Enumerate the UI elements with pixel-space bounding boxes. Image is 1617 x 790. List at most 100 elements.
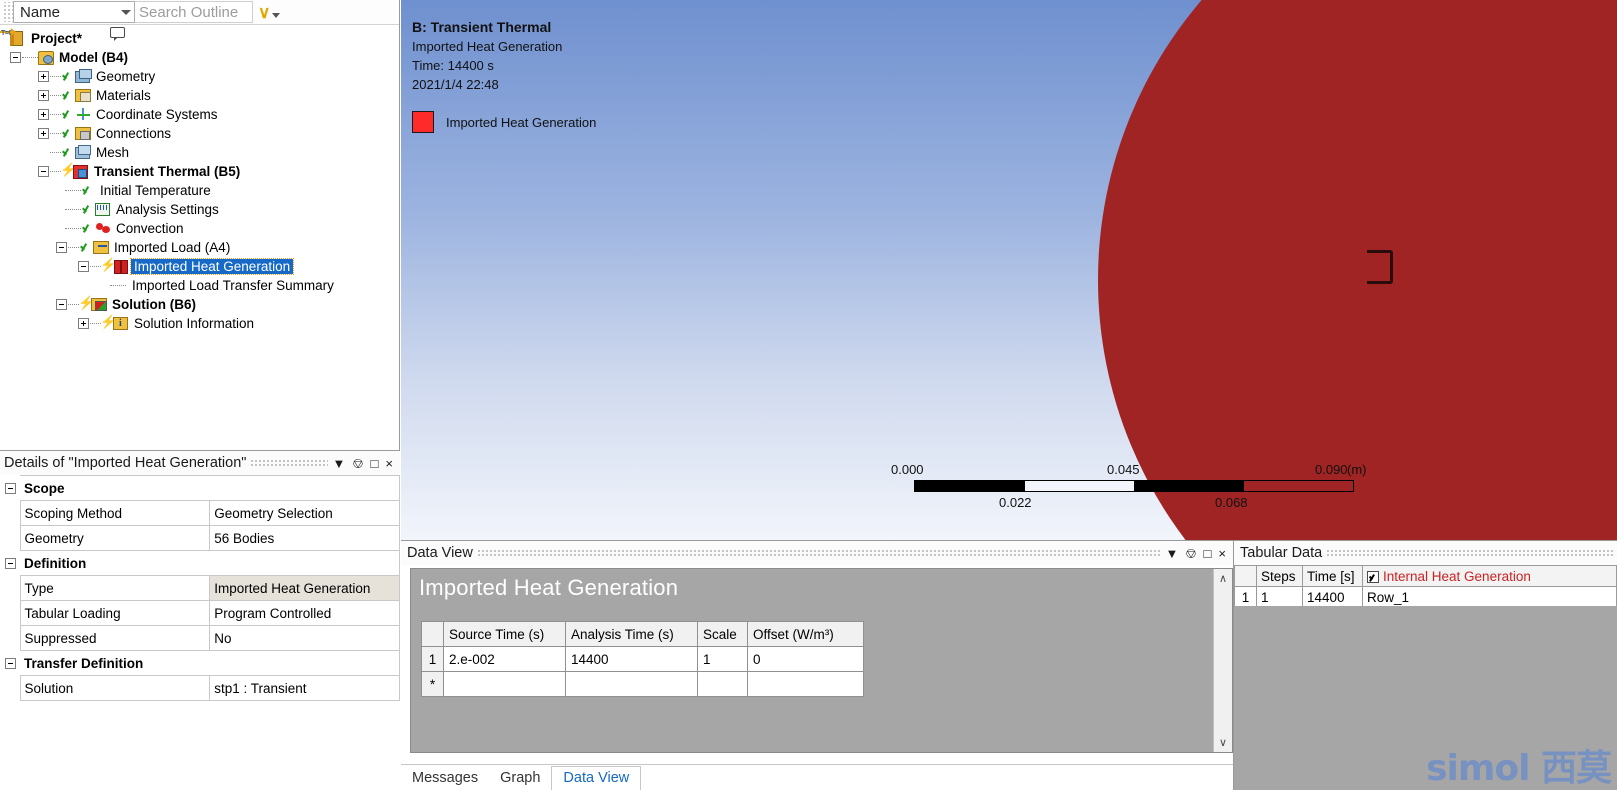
expander-icon[interactable]	[38, 109, 49, 120]
ruler-tick: 0.022	[999, 495, 1032, 510]
details-row[interactable]: Type Imported Heat Generation	[0, 575, 400, 601]
cell-analysis-time[interactable]: 14400	[565, 646, 698, 672]
group-expander[interactable]	[0, 550, 20, 576]
column-header-offset[interactable]: Offset (W/m³)	[747, 621, 864, 647]
cell-analysis-time[interactable]	[565, 671, 698, 697]
cell-internal-heat-generation[interactable]: Row_1	[1362, 586, 1617, 608]
graphics-viewport[interactable]: B: Transient Thermal Imported Heat Gener…	[401, 0, 1617, 540]
table-row[interactable]: 1 2.e-002 14400 1 0	[421, 646, 864, 672]
details-value[interactable]: stp1 : Transient	[209, 675, 400, 701]
data-view-scrollbar[interactable]: ∧ ∨	[1213, 569, 1232, 752]
details-value[interactable]: 56 Bodies	[209, 525, 400, 551]
cell-source-time[interactable]	[443, 671, 566, 697]
close-icon[interactable]: ×	[1218, 547, 1226, 560]
maximize-icon[interactable]: □	[1204, 547, 1212, 560]
tree-item-transient-thermal[interactable]: Transient Thermal (B5)	[0, 162, 399, 181]
close-icon[interactable]: ×	[385, 457, 393, 470]
group-expander[interactable]	[0, 475, 20, 501]
column-header-source-time[interactable]: Source Time (s)	[443, 621, 566, 647]
titlebar-dotted-filler	[250, 459, 329, 467]
expander-icon[interactable]	[38, 71, 49, 82]
tree-item-convection[interactable]: Convection	[0, 219, 399, 238]
expander-icon[interactable]	[56, 242, 67, 253]
tree-item-imported-load-transfer-summary[interactable]: Imported Load Transfer Summary	[0, 27, 399, 295]
details-group-row[interactable]: Transfer Definition	[0, 650, 400, 676]
table-row-new[interactable]: *	[421, 671, 864, 697]
bottom-tab-bar: Messages Graph Data View	[401, 764, 1233, 790]
checkbox-icon[interactable]	[1367, 570, 1379, 583]
maximize-icon[interactable]: □	[371, 457, 379, 470]
column-header-internal-heat-generation[interactable]: Internal Heat Generation	[1362, 565, 1617, 587]
expander-icon[interactable]	[10, 52, 21, 63]
column-header-time[interactable]: Time [s]	[1302, 565, 1363, 587]
tree-item-connections[interactable]: Connections	[0, 124, 399, 143]
tree-item-analysis-settings[interactable]: Analysis Settings	[0, 200, 399, 219]
search-outline-input[interactable]: Search Outline	[135, 1, 253, 23]
toolbar-grip[interactable]	[2, 2, 13, 22]
tree-item-initial-temperature[interactable]: T=0 Initial Temperature	[0, 28, 399, 200]
tree-item-mesh[interactable]: Mesh	[0, 143, 399, 162]
column-header-analysis-time[interactable]: Analysis Time (s)	[565, 621, 698, 647]
geometry-model[interactable]	[1098, 0, 1617, 540]
details-value[interactable]: Geometry Selection	[209, 500, 400, 526]
tree-label: Transient Thermal (B5)	[94, 164, 241, 179]
tab-messages[interactable]: Messages	[401, 767, 489, 790]
data-view-body: Imported Heat Generation Source Time (s)…	[410, 568, 1233, 753]
details-value[interactable]: Program Controlled	[209, 600, 400, 626]
tree-item-materials[interactable]: Materials	[0, 86, 399, 105]
tabular-data-table: Steps Time [s] Internal Heat Generation …	[1234, 565, 1617, 608]
details-group-row[interactable]: Definition	[0, 550, 400, 576]
scroll-down-icon[interactable]: ∨	[1214, 733, 1232, 752]
details-value[interactable]: No	[209, 625, 400, 651]
group-expander[interactable]	[0, 650, 20, 676]
outline-name-dropdown[interactable]: Name	[13, 1, 135, 23]
tree-item-geometry[interactable]: Geometry	[0, 67, 399, 86]
cell-time[interactable]: 14400	[1302, 586, 1363, 608]
cell-scale[interactable]: 1	[697, 646, 748, 672]
details-row[interactable]: Suppressed No	[0, 625, 400, 651]
tree-label: Solution Information	[134, 316, 255, 331]
expander-icon[interactable]	[78, 318, 89, 329]
details-row[interactable]: Geometry 56 Bodies	[0, 525, 400, 551]
tree-item-solution[interactable]: Solution (B6)	[0, 295, 399, 314]
cell-steps[interactable]: 1	[1256, 586, 1303, 608]
tree-item-model[interactable]: Model (B4)	[0, 48, 399, 67]
row-indent	[0, 600, 20, 626]
pin-icon[interactable]: ⎊	[352, 456, 363, 470]
chevron-down-small-icon[interactable]	[272, 12, 281, 18]
details-table: Scope Scoping Method Geometry Selection …	[0, 475, 400, 701]
table-row[interactable]: 1 1 14400 Row_1	[1234, 586, 1617, 608]
pin-icon[interactable]: ⎊	[1185, 546, 1196, 560]
details-group-row[interactable]: Scope	[0, 475, 400, 501]
column-header-scale[interactable]: Scale	[697, 621, 748, 647]
tree-item-imported-load[interactable]: Imported Load (A4)	[0, 238, 399, 257]
column-header-steps[interactable]: Steps	[1256, 565, 1303, 587]
expander-icon[interactable]	[56, 299, 67, 310]
tree-connector	[65, 228, 81, 229]
tree-item-solution-information[interactable]: Solution Information	[0, 314, 399, 333]
tree-item-coordinate-systems[interactable]: Coordinate Systems	[0, 105, 399, 124]
tree-item-imported-heat-generation[interactable]: Imported Heat Generation	[0, 257, 399, 276]
row-indent	[0, 525, 20, 551]
cell-source-time[interactable]: 2.e-002	[443, 646, 566, 672]
cell-offset[interactable]: 0	[747, 646, 864, 672]
dropdown-icon[interactable]: ▼	[1165, 547, 1178, 560]
tab-graph[interactable]: Graph	[489, 767, 551, 790]
cell-scale[interactable]	[697, 671, 748, 697]
expander-icon[interactable]	[38, 90, 49, 101]
tree-item-project[interactable]: Project*	[0, 29, 399, 48]
expander-icon[interactable]	[38, 128, 49, 139]
cell-offset[interactable]	[747, 671, 864, 697]
scroll-up-icon[interactable]: ∧	[1214, 569, 1232, 588]
tab-data-view[interactable]: Data View	[551, 766, 642, 790]
expander-icon[interactable]	[78, 261, 89, 272]
details-value[interactable]: Imported Heat Generation	[209, 575, 400, 601]
transient-thermal-icon	[73, 164, 90, 179]
details-row[interactable]: Tabular Loading Program Controlled	[0, 600, 400, 626]
details-row[interactable]: Solution stp1 : Transient	[0, 675, 400, 701]
dropdown-icon[interactable]: ▼	[332, 457, 345, 470]
expander-icon[interactable]	[38, 166, 49, 177]
chevron-down-large-icon[interactable]: ∨	[258, 4, 270, 21]
details-row[interactable]: Scoping Method Geometry Selection	[0, 500, 400, 526]
legend-entry-label: Imported Heat Generation	[446, 114, 597, 130]
